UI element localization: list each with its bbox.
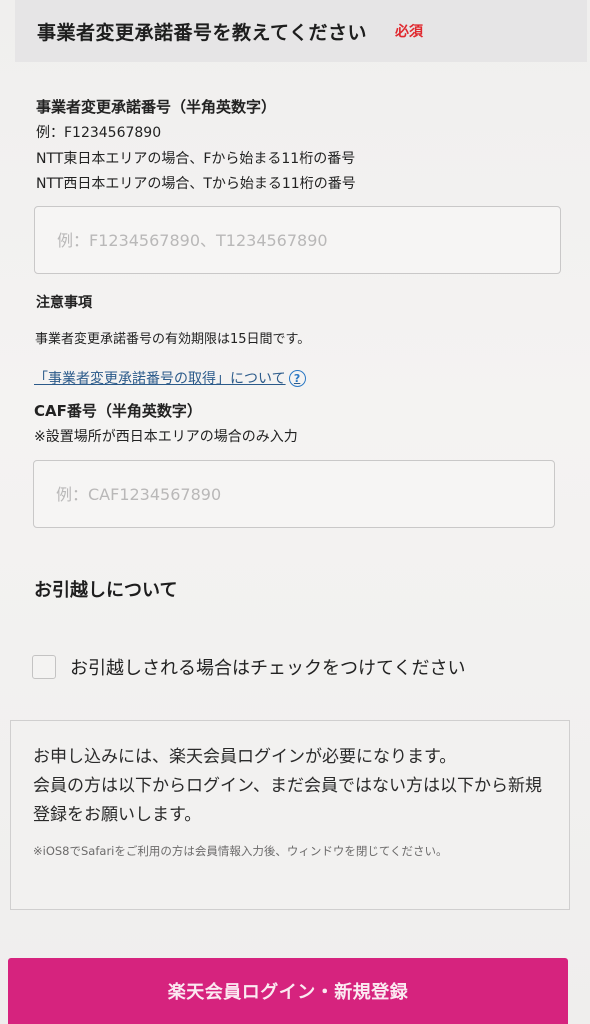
section-header: 事業者変更承諾番号を教えてください 必須 [15, 0, 587, 62]
moving-checkbox[interactable] [32, 655, 56, 679]
moving-checkbox-label[interactable]: お引越しされる場合はチェックをつけてください [70, 654, 465, 680]
approval-number-west-note: NTT西日本エリアの場合、Tから始まる11桁の番号 [36, 176, 356, 192]
required-badge: 必須 [394, 24, 423, 40]
approval-number-field[interactable] [34, 206, 561, 274]
caution-title: 注意事項 [36, 295, 92, 311]
caf-input[interactable] [54, 483, 554, 505]
login-notice-line1: お申し込みには、楽天会員ログインが必要になります。 [33, 747, 457, 767]
approval-number-input[interactable] [55, 229, 560, 251]
moving-checkbox-row[interactable]: お引越しされる場合はチェックをつけてください [32, 654, 465, 680]
moving-title: お引越しについて [34, 580, 178, 601]
caf-label: CAF番号（半角英数字） [34, 402, 202, 420]
caf-field[interactable] [33, 460, 555, 528]
caution-text: 事業者変更承諾番号の有効期限は15日間です。 [35, 332, 311, 347]
page: 事業者変更承諾番号を教えてください 必須 事業者変更承諾番号（半角英数字） 例：… [0, 0, 590, 1024]
approval-number-info-link-text[interactable]: 「事業者変更承諾番号の取得」について [34, 368, 286, 388]
approval-number-east-note: NTT東日本エリアの場合、Fから始まる11桁の番号 [36, 151, 356, 167]
login-register-button[interactable]: 楽天会員ログイン・新規登録 [8, 958, 568, 1024]
approval-number-label: 事業者変更承諾番号（半角英数字） [36, 98, 277, 116]
ios-notice: ※iOS8でSafariをご利用の方は会員情報入力後、ウィンドウを閉じてください… [33, 844, 448, 858]
approval-number-info-link[interactable]: 「事業者変更承諾番号の取得」について ? [34, 368, 306, 388]
caf-note: ※設置場所が西日本エリアの場合のみ入力 [34, 429, 298, 445]
help-icon[interactable]: ? [288, 369, 306, 387]
login-notice-line2: 会員の方は以下からログイン、まだ会員ではない方は以下から新規登録をお願いします。 [33, 776, 542, 825]
approval-number-example: 例：F1234567890 [36, 125, 162, 141]
section-title: 事業者変更承諾番号を教えてください [37, 21, 367, 44]
login-notice-box: お申し込みには、楽天会員ログインが必要になります。 会員の方は以下からログイン、… [10, 720, 570, 910]
